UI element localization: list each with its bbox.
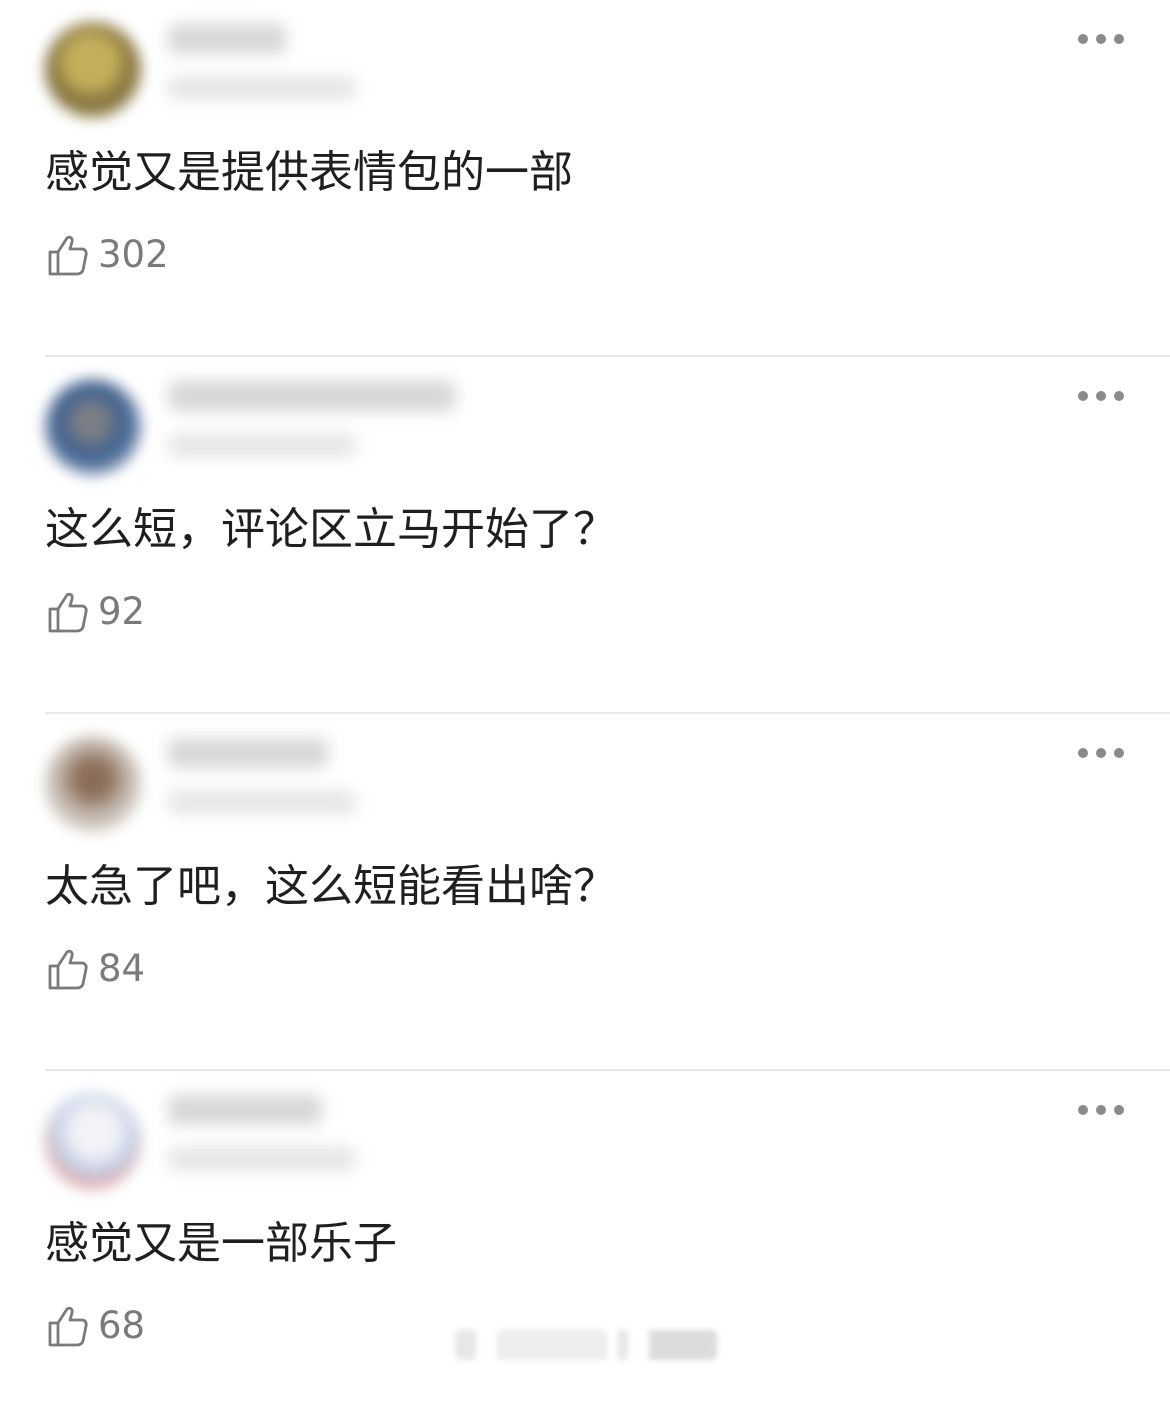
comment-text: 感觉又是一部乐子	[45, 1218, 397, 1269]
more-dot-icon	[1078, 34, 1088, 44]
more-dot-icon	[1078, 391, 1088, 401]
more-dot-icon	[1096, 1105, 1106, 1115]
more-dot-icon	[1114, 1105, 1124, 1115]
comment-item: 太急了吧，这么短能看出啥？ 84	[0, 714, 1170, 1071]
more-dot-icon	[1096, 391, 1106, 401]
like-count: 68	[98, 1304, 146, 1347]
comment-meta	[168, 1147, 356, 1171]
avatar[interactable]	[45, 22, 141, 118]
username[interactable]	[168, 1095, 322, 1125]
thumb-up-icon	[48, 592, 88, 633]
comment-item: 感觉又是一部乐子 68	[0, 1071, 1170, 1428]
like-button[interactable]: 92	[45, 586, 145, 638]
like-button[interactable]: 68	[45, 1300, 145, 1352]
more-options-button[interactable]	[1078, 32, 1124, 46]
comment-text: 太急了吧，这么短能看出啥？	[45, 861, 617, 912]
comment-text: 感觉又是提供表情包的一部	[45, 147, 573, 198]
more-options-button[interactable]	[1078, 746, 1124, 760]
username[interactable]	[168, 381, 456, 411]
like-button[interactable]: 84	[45, 943, 145, 995]
more-options-button[interactable]	[1078, 389, 1124, 403]
more-dot-icon	[1078, 1105, 1088, 1115]
avatar[interactable]	[45, 736, 141, 832]
like-count: 302	[98, 233, 169, 276]
avatar[interactable]	[45, 379, 141, 475]
comment-meta	[168, 76, 356, 100]
more-dot-icon	[1114, 391, 1124, 401]
thumb-up-icon	[48, 1306, 88, 1347]
more-dot-icon	[1096, 34, 1106, 44]
thumb-up-icon	[48, 949, 88, 990]
comment-item: 这么短，评论区立马开始了？ 92	[0, 357, 1170, 714]
comment-meta	[168, 790, 356, 814]
comment-meta	[168, 433, 356, 457]
comment-item: 感觉又是提供表情包的一部 302	[0, 0, 1170, 357]
comment-text: 这么短，评论区立马开始了？	[45, 504, 617, 555]
more-dot-icon	[1078, 748, 1088, 758]
watermark	[455, 1330, 717, 1360]
avatar[interactable]	[45, 1093, 141, 1189]
like-count: 92	[98, 590, 146, 633]
more-options-button[interactable]	[1078, 1103, 1124, 1117]
more-dot-icon	[1114, 34, 1124, 44]
thumb-up-icon	[48, 235, 88, 276]
username[interactable]	[168, 738, 328, 768]
more-dot-icon	[1096, 748, 1106, 758]
more-dot-icon	[1114, 748, 1124, 758]
username[interactable]	[168, 24, 286, 54]
like-button[interactable]: 302	[45, 229, 169, 281]
like-count: 84	[98, 947, 146, 990]
